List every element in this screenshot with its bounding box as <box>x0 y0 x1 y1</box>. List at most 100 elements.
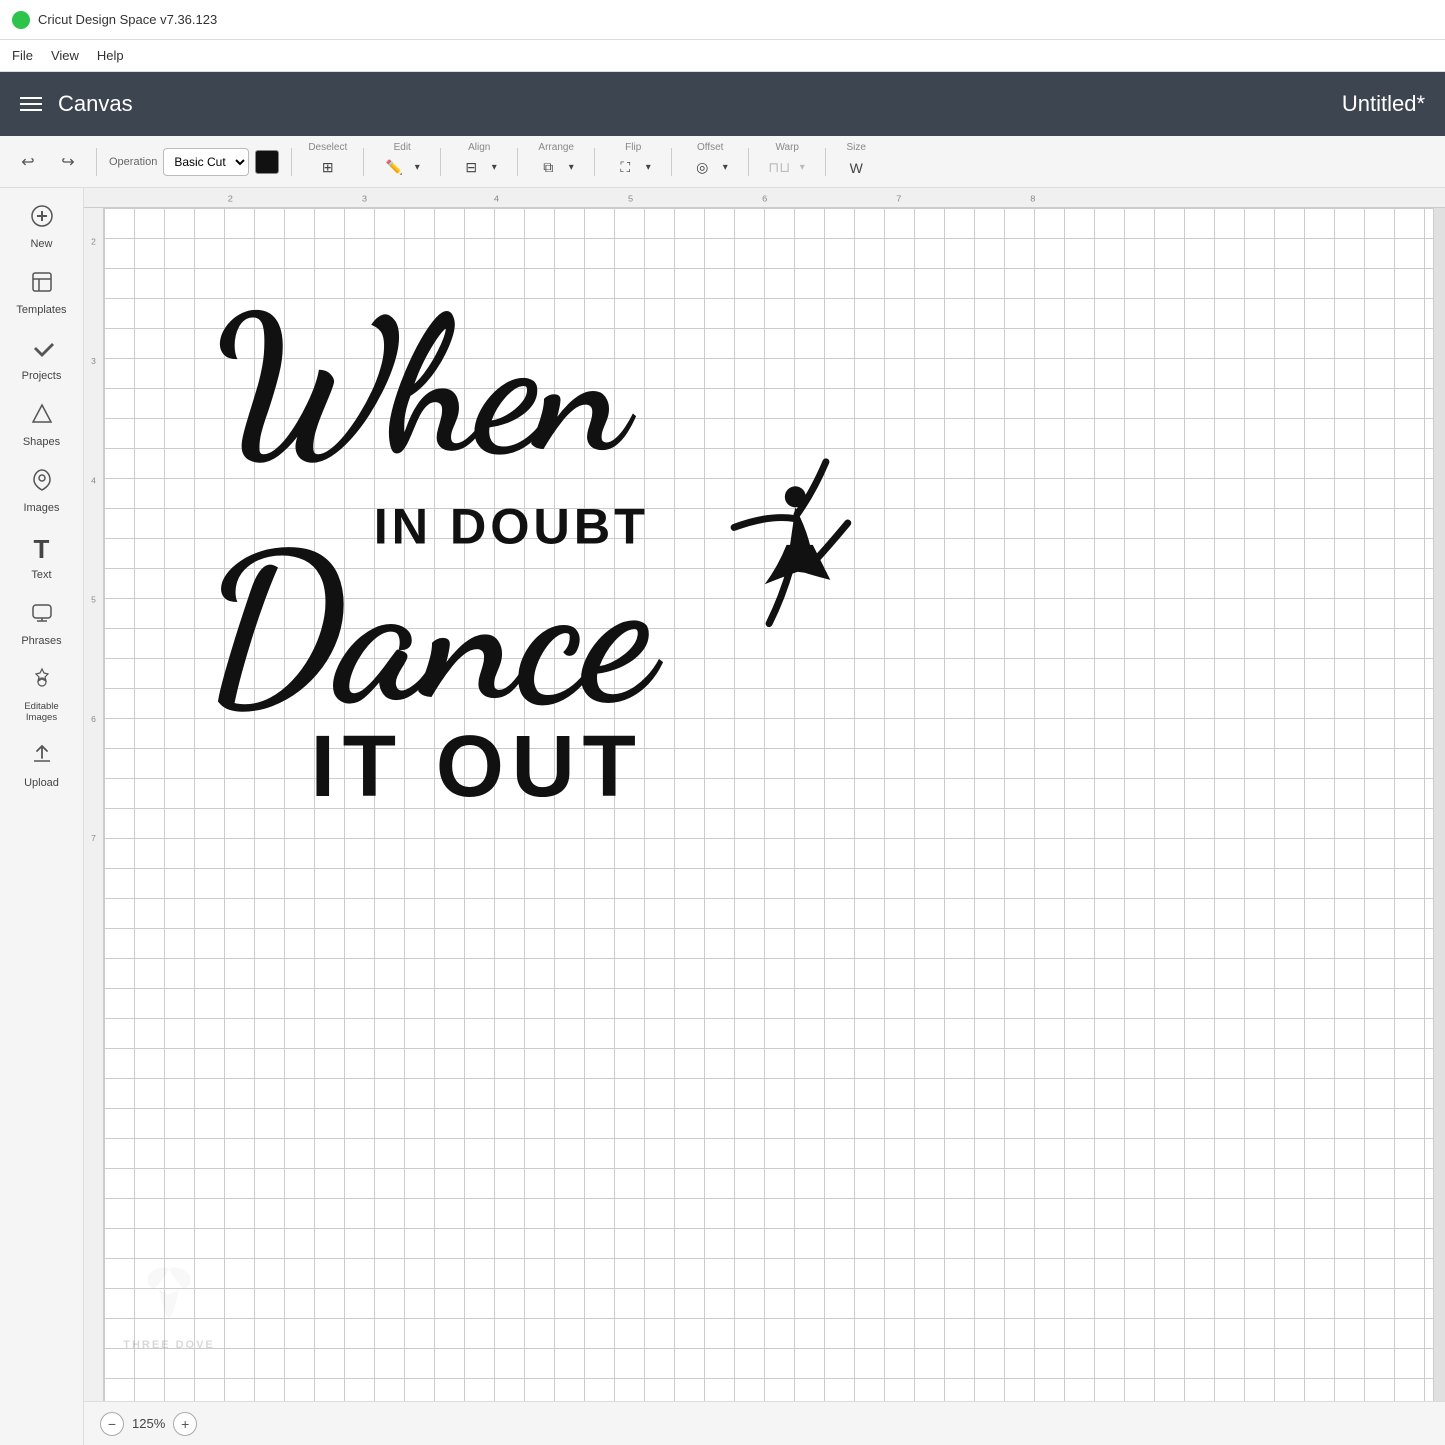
templates-icon <box>30 270 54 300</box>
toolbar-separator-5 <box>517 148 518 176</box>
warp-button[interactable]: ⊓⊔ <box>765 154 793 182</box>
sidebar-item-projects[interactable]: Projects <box>6 328 78 390</box>
toolbar-separator-1 <box>96 148 97 176</box>
arrange-button[interactable]: ⧉ <box>534 154 562 182</box>
canvas-label: Canvas <box>58 91 133 117</box>
color-swatch[interactable] <box>255 150 279 174</box>
offset-button[interactable]: ◎ <box>688 154 716 182</box>
size-button[interactable]: W <box>842 154 870 182</box>
edit-dropdown[interactable]: ▾ <box>410 154 424 182</box>
toolbar-separator-9 <box>825 148 826 176</box>
deselect-button[interactable]: ⊞ <box>314 154 342 182</box>
canvas-area[interactable]: 2 3 4 5 6 7 8 2 3 4 5 6 <box>84 188 1445 1445</box>
zoom-level: 125% <box>132 1416 165 1431</box>
svg-text:Dance: Dance <box>204 507 664 752</box>
align-dropdown[interactable]: ▾ <box>487 154 501 182</box>
text-icon: T <box>34 534 50 565</box>
svg-text:5: 5 <box>91 595 96 605</box>
sidebar-item-editable-images[interactable]: Editable Images <box>6 659 78 731</box>
watermark: THREE DOVE <box>114 1259 224 1351</box>
redo-button[interactable]: ↪ <box>52 146 84 178</box>
ruler-left: 2 3 4 5 6 7 <box>84 208 104 1401</box>
warp-label: Warp <box>775 142 799 153</box>
align-button[interactable]: ⊟ <box>457 154 485 182</box>
svg-text:When: When <box>213 273 636 500</box>
arrange-label: Arrange <box>538 142 574 153</box>
zoom-in-button[interactable]: + <box>173 1412 197 1436</box>
sidebar-item-images[interactable]: Images <box>6 460 78 522</box>
sidebar-item-new[interactable]: New <box>6 196 78 258</box>
sidebar-item-new-label: New <box>30 238 52 250</box>
svg-text:8: 8 <box>1030 194 1035 204</box>
app-container: Canvas Untitled* ↩ ↪ Operation Basic Cut… <box>0 72 1445 1445</box>
upload-icon <box>30 743 54 773</box>
images-icon <box>30 468 54 498</box>
titlebar: Cricut Design Space v7.36.123 <box>0 0 1445 40</box>
svg-text:6: 6 <box>91 714 96 724</box>
main-content: New Templates Projects <box>0 188 1445 1445</box>
document-title: Untitled* <box>1342 91 1425 117</box>
flip-group: Flip ⛶ ▾ <box>611 142 655 182</box>
flip-button[interactable]: ⛶ <box>611 154 639 182</box>
sidebar-item-images-label: Images <box>23 502 59 514</box>
svg-text:3: 3 <box>362 194 367 204</box>
sidebar-item-upload[interactable]: Upload <box>6 735 78 797</box>
bottom-bar: − 125% + <box>84 1401 1445 1445</box>
toolbar-separator-8 <box>748 148 749 176</box>
offset-label: Offset <box>697 142 724 153</box>
offset-dropdown[interactable]: ▾ <box>718 154 732 182</box>
canvas-with-ruler: 2 3 4 5 6 7 When <box>84 208 1445 1401</box>
sidebar-item-projects-label: Projects <box>22 370 62 382</box>
size-group: Size W <box>842 142 870 182</box>
editable-images-icon <box>30 667 54 697</box>
app-title: Cricut Design Space v7.36.123 <box>38 12 217 27</box>
sidebar-item-editable-images-label: Editable Images <box>10 701 74 723</box>
menu-file[interactable]: File <box>12 48 33 63</box>
operation-section: Operation Basic Cut <box>109 148 279 176</box>
align-group: Align ⊟ ▾ <box>457 142 501 182</box>
design-canvas[interactable]: When IN DOUBT Dance IT OUT <box>104 208 1433 1401</box>
phrases-icon <box>30 601 54 631</box>
svg-text:IT OUT: IT OUT <box>311 717 644 815</box>
flip-dropdown[interactable]: ▾ <box>641 154 655 182</box>
svg-text:5: 5 <box>628 194 633 204</box>
toolbar-separator-4 <box>440 148 441 176</box>
sidebar-item-phrases[interactable]: Phrases <box>6 593 78 655</box>
toolbar-separator-3 <box>363 148 364 176</box>
sidebar-item-shapes[interactable]: Shapes <box>6 394 78 456</box>
sidebar-item-text[interactable]: T Text <box>6 526 78 589</box>
svg-text:7: 7 <box>896 194 901 204</box>
watermark-text: THREE DOVE <box>123 1339 215 1351</box>
sidebar-item-text-label: Text <box>31 569 51 581</box>
svg-text:3: 3 <box>91 356 96 366</box>
toolbar-separator-7 <box>671 148 672 176</box>
svg-text:2: 2 <box>228 194 233 204</box>
shapes-icon <box>30 402 54 432</box>
deselect-group: Deselect ⊞ <box>308 142 347 182</box>
flip-label: Flip <box>625 142 641 153</box>
svg-text:6: 6 <box>762 194 767 204</box>
warp-group: Warp ⊓⊔ ▾ <box>765 142 809 182</box>
arrange-dropdown[interactable]: ▾ <box>564 154 578 182</box>
design-content[interactable]: When IN DOUBT Dance IT OUT <box>184 258 884 858</box>
warp-dropdown[interactable]: ▾ <box>795 154 809 182</box>
hamburger-menu-button[interactable] <box>20 97 42 111</box>
svg-text:4: 4 <box>91 475 96 485</box>
svg-text:4: 4 <box>494 194 499 204</box>
svg-text:2: 2 <box>91 237 96 247</box>
size-label: Size <box>846 142 865 153</box>
edit-button[interactable]: ✏️ <box>380 154 408 182</box>
sidebar-item-shapes-label: Shapes <box>23 436 60 448</box>
left-sidebar: New Templates Projects <box>0 188 84 1445</box>
operation-select[interactable]: Basic Cut <box>163 148 249 176</box>
arrange-group: Arrange ⧉ ▾ <box>534 142 578 182</box>
header-bar: Canvas Untitled* <box>0 72 1445 136</box>
scroll-vertical[interactable] <box>1433 208 1445 1401</box>
menu-view[interactable]: View <box>51 48 79 63</box>
sidebar-item-templates[interactable]: Templates <box>6 262 78 324</box>
undo-button[interactable]: ↩ <box>12 146 44 178</box>
offset-group: Offset ◎ ▾ <box>688 142 732 182</box>
toolbar: ↩ ↪ Operation Basic Cut Deselect ⊞ Edit … <box>0 136 1445 188</box>
menu-help[interactable]: Help <box>97 48 124 63</box>
zoom-out-button[interactable]: − <box>100 1412 124 1436</box>
